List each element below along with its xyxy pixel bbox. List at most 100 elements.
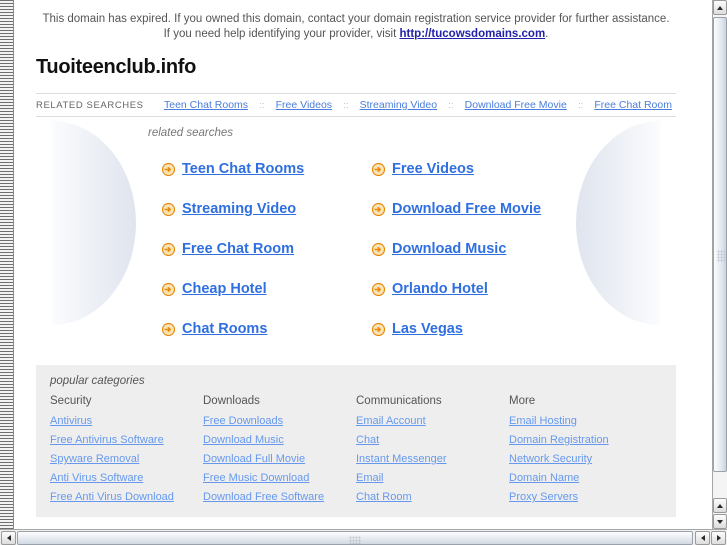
category-link-spyware-removal[interactable]: Spyware Removal — [50, 453, 139, 465]
category-link-chat-room[interactable]: Chat Room — [356, 491, 412, 503]
category-title: Security — [50, 395, 92, 407]
nav-link-streaming-video[interactable]: Streaming Video — [360, 99, 437, 111]
nav-link-download-free-movie[interactable]: Download Free Movie — [465, 99, 567, 111]
related-link-row: Download Music — [372, 229, 676, 269]
circle-arrow-right-icon — [162, 242, 175, 256]
nav-link-free-chat-room[interactable]: Free Chat Room — [594, 99, 672, 111]
category-link-list: Email Hosting Domain Registration Networ… — [509, 413, 662, 503]
related-link-orlando-hotel[interactable]: Orlando Hotel — [392, 281, 488, 297]
category-link-download-music[interactable]: Download Music — [203, 434, 284, 446]
related-link-row: Download Free Movie — [372, 189, 676, 229]
scroll-down-button[interactable] — [713, 514, 727, 529]
circle-arrow-right-icon — [372, 202, 385, 216]
category-link-proxy-servers[interactable]: Proxy Servers — [509, 491, 578, 503]
circle-arrow-right-icon — [162, 282, 175, 296]
list-item: Antivirus — [50, 413, 203, 427]
list-item: Download Free Software — [203, 489, 356, 503]
category-link-network-security[interactable]: Network Security — [509, 453, 592, 465]
page-title: Tuoiteenclub.info — [36, 56, 197, 78]
list-item: Email Hosting — [509, 413, 662, 427]
vertical-scrollbar[interactable] — [712, 0, 727, 529]
scroll-right-button[interactable] — [711, 531, 726, 545]
related-searches-label: RELATED SEARCHES — [36, 99, 144, 111]
category-link-email-account[interactable]: Email Account — [356, 415, 426, 427]
category-link-instant-messenger[interactable]: Instant Messenger — [356, 453, 447, 465]
related-link-free-chat-room[interactable]: Free Chat Room — [182, 241, 294, 257]
related-link-row: Chat Rooms — [162, 309, 372, 339]
list-item: Chat — [356, 432, 509, 446]
popular-categories-grid: Security Antivirus Free Antivirus Softwa… — [50, 395, 662, 508]
list-item: Chat Room — [356, 489, 509, 503]
list-item: Free Music Download — [203, 470, 356, 484]
nav-link-teen-chat-rooms[interactable]: Teen Chat Rooms — [164, 99, 248, 111]
scrollbar-grip-icon — [349, 536, 361, 544]
list-item: Instant Messenger — [356, 451, 509, 465]
related-link-download-music[interactable]: Download Music — [392, 241, 506, 257]
related-link-download-free-movie[interactable]: Download Free Movie — [392, 201, 541, 217]
circle-arrow-right-icon — [162, 162, 175, 176]
circle-arrow-right-icon — [162, 202, 175, 216]
related-link-row: Teen Chat Rooms — [162, 149, 372, 189]
scroll-left-button[interactable] — [1, 531, 16, 545]
expired-domain-notice: This domain has expired. If you owned th… — [14, 0, 698, 42]
category-link-list: Free Downloads Download Music Download F… — [203, 413, 356, 503]
horizontal-scrollbar-thumb[interactable] — [17, 531, 693, 545]
scroll-down-arrow-icon — [717, 519, 723, 524]
category-link-anti-virus-software[interactable]: Anti Virus Software — [50, 472, 143, 484]
list-item: Domain Name — [509, 470, 662, 484]
circle-arrow-right-icon — [372, 242, 385, 256]
related-link-streaming-video[interactable]: Streaming Video — [182, 201, 296, 217]
circle-arrow-right-icon — [372, 282, 385, 296]
related-link-row: Free Chat Room — [162, 229, 372, 269]
vertical-scrollbar-thumb[interactable] — [713, 17, 727, 472]
related-link-row: Cheap Hotel — [162, 269, 372, 309]
category-link-antivirus[interactable]: Antivirus — [50, 415, 92, 427]
scroll-right-arrow-icon — [716, 535, 721, 541]
related-searches-nav-items: Teen Chat Rooms :: Free Videos :: Stream… — [164, 99, 676, 111]
nav-separator: :: — [343, 100, 349, 110]
browser-window: This domain has expired. If you owned th… — [0, 0, 727, 545]
horizontal-scrollbar[interactable] — [0, 529, 727, 545]
page-viewport: This domain has expired. If you owned th… — [14, 0, 712, 529]
category-column-downloads: Downloads Free Downloads Download Music … — [203, 395, 356, 508]
related-searches-section: related searches Teen Chat Rooms Free Vi… — [36, 117, 676, 339]
scroll-up-button-bottom[interactable] — [713, 498, 727, 513]
category-column-security: Security Antivirus Free Antivirus Softwa… — [50, 395, 203, 508]
category-link-free-anti-virus-download[interactable]: Free Anti Virus Download — [50, 491, 174, 503]
related-link-row: Free Videos — [372, 149, 676, 189]
nav-separator: :: — [448, 100, 454, 110]
category-link-domain-registration[interactable]: Domain Registration — [509, 434, 609, 446]
category-link-download-full-movie[interactable]: Download Full Movie — [203, 453, 305, 465]
related-link-teen-chat-rooms[interactable]: Teen Chat Rooms — [182, 161, 304, 177]
category-link-free-downloads[interactable]: Free Downloads — [203, 415, 283, 427]
list-item: Download Music — [203, 432, 356, 446]
category-link-download-free-software[interactable]: Download Free Software — [203, 491, 324, 503]
related-link-free-videos[interactable]: Free Videos — [392, 161, 474, 177]
nav-separator: :: — [578, 100, 584, 110]
scroll-left-button-right[interactable] — [695, 531, 710, 545]
list-item: Free Anti Virus Download — [50, 489, 203, 503]
list-item: Spyware Removal — [50, 451, 203, 465]
category-link-domain-name[interactable]: Domain Name — [509, 472, 579, 484]
related-searches-navbar: RELATED SEARCHES Teen Chat Rooms :: Free… — [36, 93, 676, 117]
list-item: Network Security — [509, 451, 662, 465]
category-title: Downloads — [203, 395, 260, 407]
related-link-cheap-hotel[interactable]: Cheap Hotel — [182, 281, 267, 297]
category-link-free-music-download[interactable]: Free Music Download — [203, 472, 309, 484]
category-link-chat[interactable]: Chat — [356, 434, 379, 446]
related-link-row: Las Vegas — [372, 309, 676, 339]
tucows-domains-link[interactable]: http://tucowsdomains.com — [400, 28, 546, 40]
list-item: Domain Registration — [509, 432, 662, 446]
list-item: Download Full Movie — [203, 451, 356, 465]
list-item: Free Antivirus Software — [50, 432, 203, 446]
category-link-email[interactable]: Email — [356, 472, 384, 484]
scroll-up-button[interactable] — [713, 0, 727, 15]
nav-link-free-videos[interactable]: Free Videos — [276, 99, 332, 111]
category-link-email-hosting[interactable]: Email Hosting — [509, 415, 577, 427]
scroll-left-arrow-icon — [700, 535, 705, 541]
category-column-communications: Communications Email Account Chat Instan… — [356, 395, 509, 508]
related-link-las-vegas[interactable]: Las Vegas — [392, 321, 463, 337]
related-link-chat-rooms[interactable]: Chat Rooms — [182, 321, 267, 337]
left-striped-gutter — [0, 0, 14, 529]
category-link-free-antivirus-software[interactable]: Free Antivirus Software — [50, 434, 164, 446]
